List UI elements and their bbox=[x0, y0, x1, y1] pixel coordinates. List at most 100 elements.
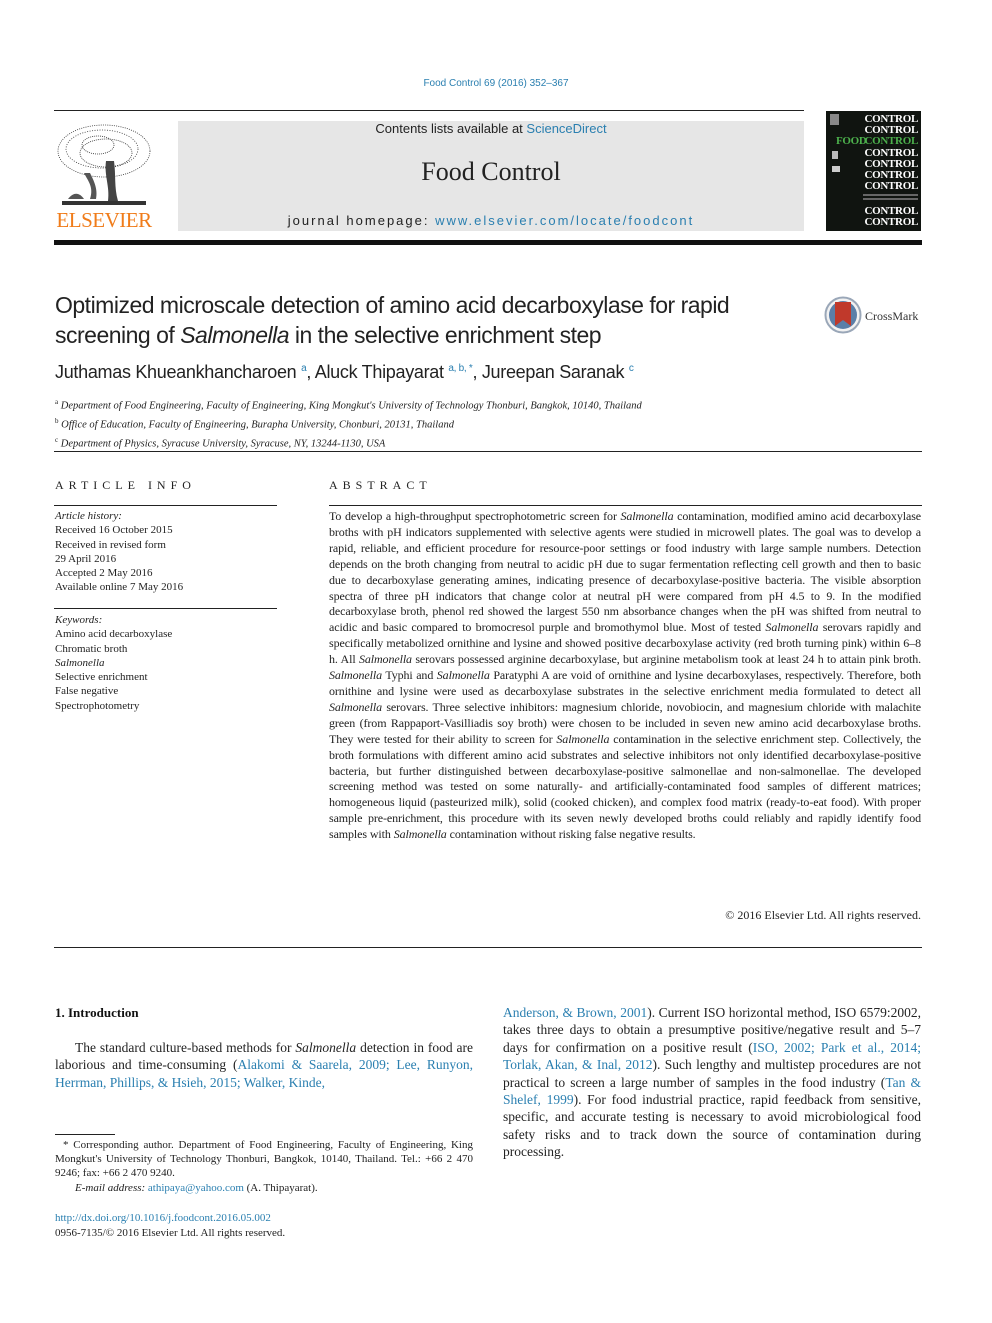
author-affil-mark[interactable]: c bbox=[629, 363, 634, 374]
keyword: Chromatic broth bbox=[55, 642, 128, 655]
title-line: screening of Salmonella in the selective… bbox=[55, 320, 815, 350]
section-heading-introduction: 1. Introduction bbox=[55, 1005, 139, 1020]
history-item: Available online 7 May 2016 bbox=[55, 581, 184, 594]
section-rule bbox=[54, 451, 922, 452]
text-run: contamination in the selective enrichmen… bbox=[329, 731, 921, 842]
keyword: Amino acid decarboxylase bbox=[55, 628, 173, 641]
history-item: Received in revised form bbox=[55, 538, 166, 551]
issn-line: 0956-7135/© 2016 Elsevier Ltd. All right… bbox=[55, 1227, 286, 1239]
cover-subtitle-line bbox=[863, 198, 918, 200]
italic-term: Salmonella bbox=[436, 668, 490, 683]
header-rule bbox=[54, 110, 804, 111]
keyword: Selective enrichment bbox=[55, 671, 148, 684]
email-line: E-mail address: athipaya@yahoo.com (A. T… bbox=[55, 1181, 473, 1195]
italic-term: Salmonella bbox=[393, 827, 447, 842]
keyword: Salmonella bbox=[55, 656, 105, 669]
crossmark-icon bbox=[824, 296, 862, 334]
corresponding-author-note: * Corresponding author. Department of Fo… bbox=[55, 1139, 473, 1180]
crossmark-button[interactable]: CrossMark bbox=[824, 296, 934, 336]
affiliation: c Department of Physics, Syracuse Univer… bbox=[55, 433, 855, 452]
history-item: Received 16 October 2015 bbox=[55, 524, 173, 537]
article-history: Article history: Received 16 October 201… bbox=[55, 509, 277, 595]
header-thick-rule bbox=[54, 240, 922, 245]
cover-word: CONTROL bbox=[864, 135, 918, 147]
cover-word: CONTROL bbox=[864, 216, 918, 228]
affiliation: a Department of Food Engineering, Facult… bbox=[55, 395, 855, 414]
italic-term: Salmonella bbox=[329, 668, 382, 683]
keyword: False negative bbox=[55, 685, 119, 698]
abstract-heading: ABSTRACT bbox=[329, 478, 432, 492]
reference-link[interactable]: Anderson, & Brown, 2001 bbox=[503, 1005, 647, 1020]
history-label: Article history: bbox=[55, 510, 122, 522]
sciencedirect-link[interactable]: ScienceDirect bbox=[526, 121, 606, 136]
cover-food-word: FOOD bbox=[836, 135, 867, 147]
email-link[interactable]: athipaya@yahoo.com bbox=[148, 1182, 244, 1194]
article-info-heading: ARTICLE INFO bbox=[55, 478, 196, 492]
crossmark-label: CrossMark bbox=[865, 309, 919, 323]
affiliation-text: Department of Food Engineering, Faculty … bbox=[60, 400, 642, 412]
author[interactable]: Juthamas Khueankhancharoen a, bbox=[55, 362, 315, 382]
keywords: Keywords: Amino acid decarboxylase Chrom… bbox=[55, 613, 277, 713]
history-item: Accepted 2 May 2016 bbox=[55, 567, 153, 580]
homepage-label: journal homepage: bbox=[287, 213, 436, 228]
elsevier-logo[interactable]: ELSEVIER bbox=[54, 121, 154, 233]
italic-term: Salmonella bbox=[765, 620, 819, 635]
intro-paragraph-left: The standard culture-based methods for S… bbox=[55, 1039, 473, 1091]
keywords-label: Keywords: bbox=[55, 614, 103, 626]
affiliation-mark: a bbox=[55, 398, 59, 406]
affiliations: a Department of Food Engineering, Facult… bbox=[55, 395, 855, 452]
cover-word: CONTROL bbox=[864, 180, 918, 192]
intro-paragraph-right: Anderson, & Brown, 2001). Current ISO ho… bbox=[503, 1004, 921, 1161]
affiliation-mark: b bbox=[55, 417, 59, 425]
text-run: Typhi and bbox=[382, 668, 437, 683]
affiliation: b Office of Education, Faculty of Engine… bbox=[55, 414, 855, 433]
title-italic: Salmonella bbox=[180, 322, 289, 348]
abstract-rule bbox=[329, 505, 922, 506]
cover-publisher-icon bbox=[830, 114, 839, 125]
article-info-rule bbox=[54, 505, 277, 506]
email-suffix: (A. Thipayarat). bbox=[243, 1181, 318, 1194]
journal-homepage: journal homepage: www.elsevier.com/locat… bbox=[178, 213, 804, 228]
journal-cover[interactable]: CONTROL CONTROL FOOD CONTROL CONTROL CON… bbox=[826, 111, 921, 231]
italic-term: Salmonella bbox=[358, 652, 412, 667]
cover-thumb-icon bbox=[832, 166, 840, 172]
title-line: Optimized microscale detection of amino … bbox=[55, 292, 730, 318]
cover-thumb-icon bbox=[832, 151, 838, 159]
keyword: Spectrophotometry bbox=[55, 699, 140, 712]
italic-term: Salmonella bbox=[556, 731, 610, 746]
author[interactable]: Jureepan Saranak c bbox=[482, 362, 634, 382]
journal-citation[interactable]: Food Control 69 (2016) 352–367 bbox=[0, 78, 992, 89]
author-name[interactable]: Juthamas Khueankhancharoen bbox=[55, 362, 297, 382]
doi-block: http://dx.doi.org/10.1016/j.foodcont.201… bbox=[55, 1211, 285, 1241]
text-run: To develop a high-throughput spectrophot… bbox=[329, 509, 621, 523]
text-run: The standard culture-based methods for bbox=[75, 1040, 296, 1055]
article-title: Optimized microscale detection of amino … bbox=[55, 290, 815, 350]
doi-link[interactable]: http://dx.doi.org/10.1016/j.foodcont.201… bbox=[55, 1211, 285, 1226]
citation-link[interactable]: Food Control 69 (2016) 352–367 bbox=[423, 78, 568, 89]
journal-title: Food Control bbox=[421, 157, 561, 186]
affiliation-mark: c bbox=[55, 436, 59, 444]
contents-line: Contents lists available at ScienceDirec… bbox=[178, 121, 804, 137]
elsevier-wordmark: ELSEVIER bbox=[56, 208, 152, 232]
author-affil-mark[interactable]: a, b, * bbox=[448, 363, 472, 374]
author-sep: , bbox=[306, 362, 315, 382]
journal-banner: Contents lists available at ScienceDirec… bbox=[178, 121, 804, 231]
author-name[interactable]: Aluck Thipayarat bbox=[315, 362, 444, 382]
author-name[interactable]: Jureepan Saranak bbox=[482, 362, 625, 382]
affiliation-text: Office of Education, Faculty of Engineer… bbox=[61, 419, 454, 431]
title-text: in the selective enrichment step bbox=[289, 322, 602, 348]
author[interactable]: Aluck Thipayarat a, b, *, bbox=[315, 362, 482, 382]
email-label: E-mail address: bbox=[75, 1181, 148, 1194]
keywords-rule bbox=[54, 608, 277, 609]
abstract-copyright: © 2016 Elsevier Ltd. All rights reserved… bbox=[725, 908, 921, 922]
footnote-rule bbox=[55, 1134, 115, 1135]
author-list: Juthamas Khueankhancharoen a, Aluck Thip… bbox=[55, 362, 815, 383]
italic-term: Salmonella bbox=[329, 699, 382, 714]
abstract-body: To develop a high-throughput spectrophot… bbox=[329, 509, 921, 843]
homepage-link[interactable]: www.elsevier.com/locate/foodcont bbox=[435, 213, 694, 228]
affiliation-text: Department of Physics, Syracuse Universi… bbox=[60, 438, 386, 450]
text-run: serovars possessed arginine decarboxylas… bbox=[411, 652, 921, 667]
author-sep: , bbox=[472, 362, 482, 382]
text-run: contamination, modified amino acid decar… bbox=[329, 509, 921, 635]
cover-subtitle-line bbox=[863, 194, 918, 196]
